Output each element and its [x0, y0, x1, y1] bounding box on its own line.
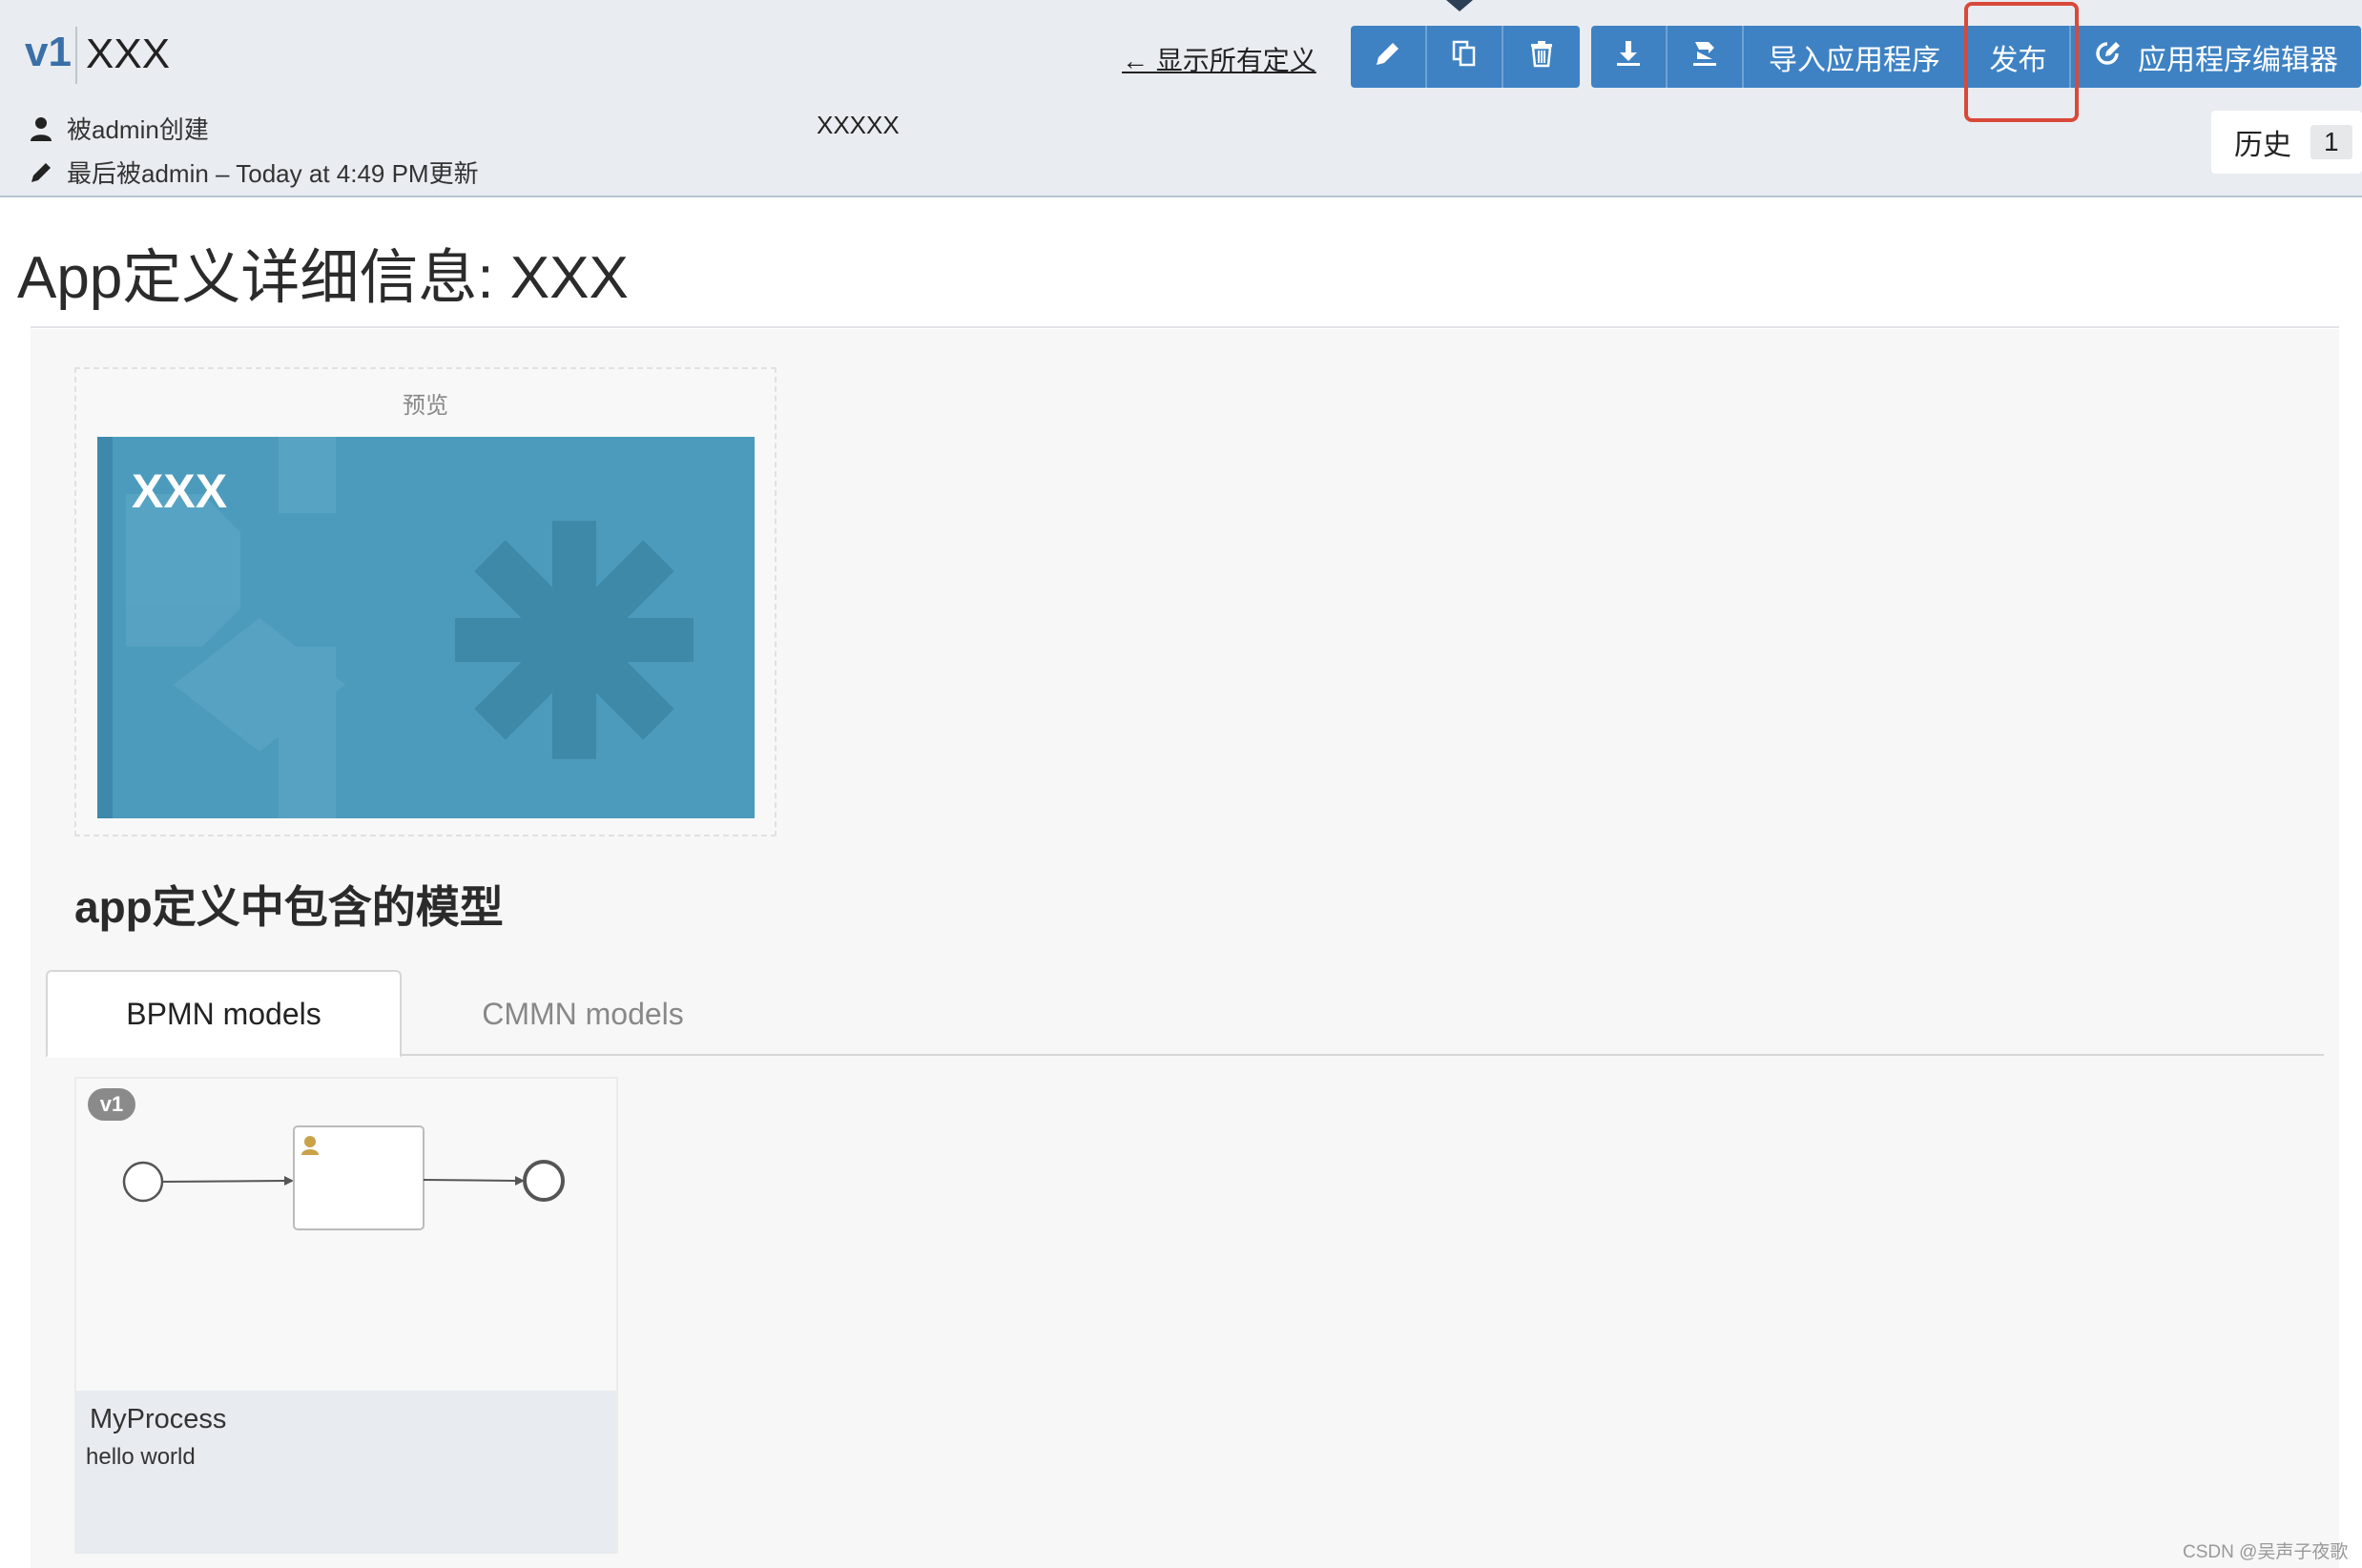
app-description: XXXXX — [817, 111, 900, 139]
updated-by-row: 最后被admin – Today at 4:49 PM更新 — [27, 155, 479, 190]
tooltip-pointer — [1446, 0, 1473, 11]
app-title: XXX — [86, 31, 171, 77]
model-card[interactable]: v1 MyProcess hello world — [74, 1077, 618, 1554]
publish-button[interactable]: 发布 — [1967, 26, 2071, 88]
preview-box: 预览 XXX — [74, 367, 777, 836]
preview-label: 预览 — [403, 393, 448, 419]
app-editor-label: 应用程序编辑器 — [2138, 43, 2338, 77]
page-title: App定义详细信息: XXX — [17, 245, 629, 311]
tile-app-name: XXX — [132, 464, 228, 518]
app-header: v1 XXX 被admin创建 最后被admin – Today at 4:49… — [0, 0, 2362, 197]
title-separator — [75, 27, 77, 84]
tile-accent-strip — [97, 437, 113, 818]
tab-bpmn-models[interactable]: BPMN models — [46, 970, 402, 1058]
edit-button-group — [1351, 26, 1580, 88]
download-icon — [1613, 38, 1644, 76]
history-button[interactable]: 历史 1 — [2211, 111, 2362, 174]
updated-by-text: 最后被admin – Today at 4:49 PM更新 — [67, 159, 479, 188]
created-by-text: 被admin创建 — [67, 115, 209, 144]
card-footer: MyProcess hello world — [76, 1391, 616, 1554]
start-event-icon — [122, 1161, 164, 1203]
end-event-icon — [523, 1160, 565, 1202]
edit-square-icon — [2092, 38, 2138, 76]
watermark: CSDN @吴声子夜歌 — [2183, 1542, 2349, 1562]
copy-button[interactable] — [1427, 26, 1503, 88]
app-preview-tile: XXX — [97, 437, 755, 818]
export-icon — [1689, 38, 1720, 76]
model-name: MyProcess — [90, 1404, 227, 1434]
process-diagram-thumbnail: v1 — [76, 1079, 616, 1391]
copy-icon — [1449, 38, 1480, 76]
trash-icon — [1526, 38, 1557, 76]
history-count-badge: 1 — [2310, 125, 2352, 159]
pencil-icon — [1373, 38, 1403, 76]
download-button[interactable] — [1591, 26, 1668, 88]
history-label: 历史 — [2234, 130, 2291, 161]
import-app-button[interactable]: 导入应用程序 — [1744, 26, 1967, 88]
export-button[interactable] — [1668, 26, 1744, 88]
tab-cmmn-models[interactable]: CMMN models — [402, 970, 764, 1058]
model-description: hello world — [86, 1444, 196, 1470]
app-action-group: 导入应用程序 发布 应用程序编辑器 — [1591, 26, 2361, 88]
app-editor-button[interactable]: 应用程序编辑器 — [2071, 26, 2361, 88]
pencil-icon — [27, 158, 55, 187]
edit-button[interactable] — [1351, 26, 1427, 88]
created-by-row: 被admin创建 — [27, 111, 209, 146]
delete-button[interactable] — [1503, 26, 1580, 88]
user-icon — [27, 114, 55, 143]
app-definition-panel: 预览 XXX app定义中包含的模型 BPMN models CMMN mode… — [31, 329, 2339, 1568]
bpmn-diagram — [122, 1125, 565, 1230]
show-all-definitions-link[interactable]: ← 显示所有定义 — [1122, 40, 1316, 78]
version-label: v1 — [25, 29, 72, 75]
title-divider — [31, 326, 2339, 328]
model-tabs: BPMN models CMMN models — [46, 970, 2324, 1058]
models-heading: app定义中包含的模型 — [74, 882, 504, 932]
version-badge: v1 — [88, 1088, 135, 1121]
